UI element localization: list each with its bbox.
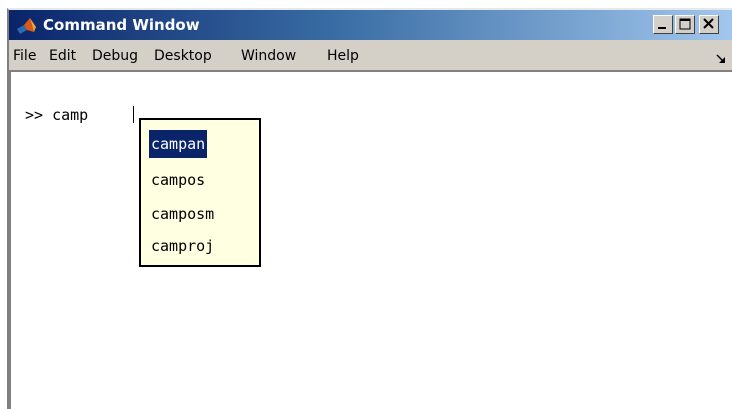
maximize-button[interactable] xyxy=(675,15,695,34)
maximize-icon xyxy=(679,18,691,30)
window-title: Command Window xyxy=(43,16,200,34)
menu-file[interactable]: File xyxy=(13,47,36,65)
text-cursor xyxy=(133,106,134,123)
prompt-symbol: >> xyxy=(25,106,44,124)
close-icon xyxy=(703,18,714,29)
menu-edit[interactable]: Edit xyxy=(49,47,76,65)
menu-help[interactable]: Help xyxy=(327,47,359,65)
matlab-logo-icon xyxy=(15,15,37,37)
menu-window[interactable]: Window xyxy=(241,47,296,65)
completion-item-camposm[interactable]: camposm xyxy=(149,200,216,228)
command-area[interactable] xyxy=(9,70,732,409)
minimize-icon xyxy=(658,27,666,29)
menu-desktop[interactable]: Desktop xyxy=(154,47,212,65)
close-button[interactable] xyxy=(699,15,719,34)
menu-bar: File Edit Debug Desktop Window Help xyxy=(9,40,732,70)
menu-debug[interactable]: Debug xyxy=(92,47,138,65)
completion-item-campan[interactable]: campan xyxy=(149,130,208,158)
command-prompt: >> camp xyxy=(25,106,88,124)
completion-item-camproj[interactable]: camproj xyxy=(149,232,216,260)
dock-arrow-icon[interactable] xyxy=(715,50,727,63)
command-input-text: camp xyxy=(52,106,89,124)
minimize-button[interactable] xyxy=(653,15,673,34)
autocomplete-popup: campan campos camposm camproj xyxy=(139,118,261,267)
command-window: Command Window File Edit Debug Desktop W… xyxy=(7,8,732,409)
title-bar[interactable]: Command Window xyxy=(9,10,732,40)
completion-item-campos[interactable]: campos xyxy=(149,166,207,194)
